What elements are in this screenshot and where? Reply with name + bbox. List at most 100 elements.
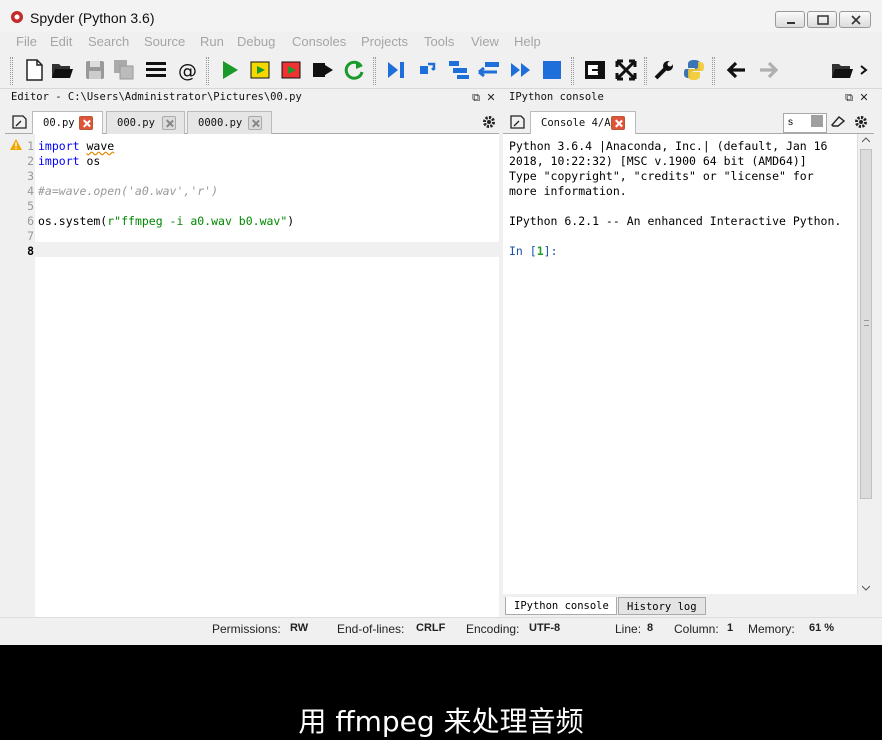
tab-label: Console 4/A: [541, 117, 611, 129]
save-all-icon[interactable]: [112, 58, 136, 82]
browse-folder-icon[interactable]: [830, 58, 854, 82]
tab-label: 0000.py: [198, 117, 243, 129]
editor-tab-0000py[interactable]: 0000.py: [187, 111, 272, 134]
editor-tab-00py[interactable]: 00.py: [32, 111, 103, 135]
tab-history-log[interactable]: History log: [618, 597, 706, 615]
line-number: 3: [27, 169, 34, 183]
preferences-wrench-icon[interactable]: [652, 58, 676, 82]
toolbar-grip[interactable]: [571, 57, 574, 85]
tab-ipython-console[interactable]: IPython console: [505, 597, 617, 615]
console-prompt[interactable]: In [1]:: [509, 244, 558, 258]
browse-tabs-icon[interactable]: [509, 115, 525, 129]
step-icon[interactable]: [416, 58, 440, 82]
menu-source[interactable]: Source: [144, 34, 185, 49]
eol-value: CRLF: [416, 622, 446, 634]
continue-icon[interactable]: [509, 58, 533, 82]
menu-help[interactable]: Help: [514, 34, 541, 49]
stop-kernel-icon[interactable]: [811, 115, 823, 127]
chevron-down-icon[interactable]: [862, 585, 870, 591]
step-return-icon[interactable]: [477, 58, 501, 82]
gear-icon[interactable]: [482, 115, 496, 129]
at-sign-icon[interactable]: @: [176, 58, 200, 82]
menu-file[interactable]: File: [16, 34, 37, 49]
stop-debug-icon[interactable]: [540, 58, 564, 82]
maximize-button[interactable]: [807, 11, 837, 28]
close-pane-icon[interactable]: ✕: [485, 92, 497, 104]
menu-view[interactable]: View: [471, 34, 499, 49]
gear-icon[interactable]: [854, 115, 868, 129]
permissions-value: RW: [290, 622, 309, 634]
console-line: 2018, 10:22:32) [MSC v.1900 64 bit (AMD6…: [509, 154, 807, 168]
memory-value: 61 %: [809, 622, 835, 634]
new-file-icon[interactable]: [22, 58, 46, 82]
python-path-icon[interactable]: [682, 58, 706, 82]
tab-label: 00.py: [43, 117, 75, 129]
menu-run[interactable]: Run: [200, 34, 224, 49]
toolbar-grip[interactable]: [206, 57, 209, 85]
step-into-icon[interactable]: [447, 58, 471, 82]
main-toolbar: @ s: [0, 52, 882, 133]
toolbar-grip[interactable]: [712, 57, 715, 85]
editor-tab-bar: 00.py 000.py 0000.py: [5, 108, 499, 135]
open-file-icon[interactable]: [50, 58, 74, 82]
svg-text:@: @: [178, 60, 197, 82]
run-icon[interactable]: [218, 58, 242, 82]
console-scrollbar[interactable]: [857, 134, 874, 594]
line-number: 5: [27, 199, 34, 213]
debug-icon[interactable]: [384, 58, 408, 82]
line-number: 6: [27, 214, 34, 228]
scrollbar-thumb[interactable]: [860, 149, 872, 499]
menu-edit[interactable]: Edit: [50, 34, 72, 49]
close-tab-icon[interactable]: [79, 116, 93, 130]
code-line-6: os.system(r"ffmpeg -i a0.wav b0.wav"): [38, 214, 295, 228]
toolbar-grip[interactable]: [10, 57, 13, 85]
maximize-pane-icon[interactable]: [583, 58, 607, 82]
console-panel-title: IPython console: [509, 91, 604, 103]
run-selection-icon[interactable]: [311, 58, 335, 82]
close-tab-icon[interactable]: [248, 116, 262, 130]
console-line: IPython 6.2.1 -- An enhanced Interactive…: [509, 214, 842, 228]
console-output[interactable]: Python 3.6.4 |Anaconda, Inc.| (default, …: [503, 134, 857, 594]
back-arrow-icon[interactable]: [725, 58, 749, 82]
close-window-button[interactable]: [839, 11, 871, 28]
eraser-icon[interactable]: [831, 115, 845, 127]
line-number: 7: [27, 229, 34, 243]
toolbar-overflow-icon[interactable]: [858, 58, 872, 82]
run-cell-advance-icon[interactable]: [280, 58, 304, 82]
line-number-gutter: 1 2 3 4 5 6 7 8: [5, 134, 35, 617]
menu-debug[interactable]: Debug: [237, 34, 275, 49]
column-value: 1: [727, 622, 734, 634]
close-tab-icon[interactable]: [611, 116, 625, 130]
menu-consoles[interactable]: Consoles: [292, 34, 346, 49]
console-line: Type "copyright", "credits" or "license"…: [509, 169, 814, 183]
forward-arrow-icon[interactable]: [756, 58, 780, 82]
column-label: Column:: [674, 622, 719, 636]
toolbar-grip[interactable]: [373, 57, 376, 85]
fullscreen-icon[interactable]: [614, 58, 638, 82]
console-tab-bar: Console 4/A: [503, 108, 874, 135]
outline-list-icon[interactable]: [144, 58, 168, 82]
memory-label: Memory:: [748, 622, 795, 636]
console-tab[interactable]: Console 4/A: [530, 111, 636, 135]
minimize-button[interactable]: [775, 11, 805, 28]
browse-tabs-icon[interactable]: [11, 115, 27, 129]
tab-label: 000.py: [117, 117, 155, 129]
menu-projects[interactable]: Projects: [361, 34, 408, 49]
undock-icon[interactable]: ⧉: [470, 92, 482, 104]
run-cell-icon[interactable]: [249, 58, 273, 82]
editor-tab-000py[interactable]: 000.py: [106, 111, 185, 134]
save-file-icon[interactable]: [83, 58, 107, 82]
title-bar: Spyder (Python 3.6): [0, 0, 882, 33]
line-number: 4: [27, 184, 34, 198]
close-pane-icon[interactable]: ✕: [858, 92, 870, 104]
toolbar-grip[interactable]: [644, 57, 647, 85]
rerun-icon[interactable]: [342, 58, 366, 82]
code-editor[interactable]: 1 2 3 4 5 6 7 8 import wave import os #a…: [5, 134, 499, 617]
menu-tools[interactable]: Tools: [424, 34, 454, 49]
close-tab-icon[interactable]: [162, 116, 176, 130]
chevron-up-icon[interactable]: [862, 137, 870, 143]
line-number: 1: [27, 139, 34, 153]
undock-icon[interactable]: ⧉: [843, 92, 855, 104]
code-line-2: import os: [38, 154, 101, 168]
menu-search[interactable]: Search: [88, 34, 129, 49]
